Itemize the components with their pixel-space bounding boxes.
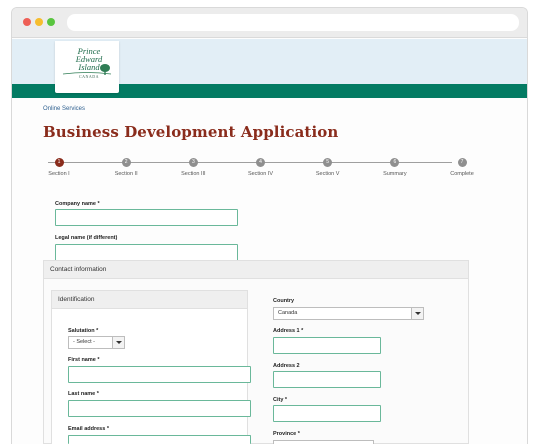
maximize-window-icon[interactable] (47, 18, 55, 26)
step-label: Section V (315, 171, 340, 177)
step-indicator: 4 (256, 158, 265, 167)
company-name-label: Company name * (55, 201, 100, 207)
step-label: Section IV (247, 171, 274, 177)
step-label: Summary (383, 171, 407, 177)
step-label: Complete (450, 171, 474, 177)
address-bar[interactable] (67, 14, 519, 31)
identification-header: Identification (52, 291, 247, 309)
step-label: Section I (48, 171, 70, 177)
email-input[interactable] (68, 435, 251, 444)
step-indicator: 6 (390, 158, 400, 167)
country-value: Canada (278, 310, 298, 316)
last-name-input[interactable] (68, 400, 251, 417)
close-window-icon[interactable] (23, 18, 31, 26)
breadcrumb-online-services[interactable]: Online Services (43, 106, 85, 112)
first-name-input[interactable] (68, 366, 251, 383)
step-2: 2 Section II (96, 158, 156, 177)
chevron-down-icon (411, 308, 423, 319)
company-name-input[interactable] (55, 209, 238, 226)
salutation-value: - Select - (73, 339, 96, 345)
province-select[interactable] (273, 440, 374, 444)
step-label: Section II (114, 171, 138, 177)
browser-toolbar (12, 8, 527, 38)
step-4: 4 Section IV (231, 158, 291, 177)
pei-logo[interactable]: Prince Edward Island CANADA (55, 41, 119, 93)
chevron-down-icon (112, 337, 124, 348)
logo-line-3: Island (78, 62, 100, 72)
address1-input[interactable] (273, 337, 381, 354)
logo-line-4: CANADA (78, 74, 100, 79)
step-6: 6 Summary (365, 158, 425, 177)
first-name-label: First name * (68, 357, 100, 363)
last-name-label: Last name * (68, 391, 99, 397)
salutation-select[interactable]: - Select - (68, 336, 125, 349)
step-indicator: 3 (188, 158, 198, 167)
country-select[interactable]: Canada (273, 307, 424, 320)
step-5: 5 Section V (298, 158, 358, 177)
step-indicator: 5 (323, 158, 333, 167)
minimize-window-icon[interactable] (35, 18, 43, 26)
address2-input[interactable] (273, 371, 381, 388)
salutation-label: Salutation * (68, 328, 99, 334)
step-label: Section III (181, 171, 206, 177)
address2-label: Address 2 (273, 363, 300, 369)
step-1: 1 Section I (29, 158, 89, 177)
country-label: Country (273, 298, 295, 304)
step-3: 3 Section III (163, 158, 223, 177)
legal-name-label: Legal name (if different) (55, 235, 118, 241)
step-indicator: 2 (121, 158, 131, 167)
contact-information-header: Contact information (44, 261, 468, 279)
page-title: Business Development Application (43, 123, 339, 141)
city-label: City * (273, 397, 288, 403)
step-indicator: 1 (54, 158, 64, 167)
step-7: 7 Complete (432, 158, 492, 177)
step-indicator: 7 (457, 158, 467, 167)
province-label: Province * (273, 431, 300, 437)
city-input[interactable] (273, 405, 381, 422)
email-label: Email address * (68, 426, 109, 432)
address1-label: Address 1 * (273, 328, 304, 334)
legal-name-input[interactable] (55, 244, 238, 261)
